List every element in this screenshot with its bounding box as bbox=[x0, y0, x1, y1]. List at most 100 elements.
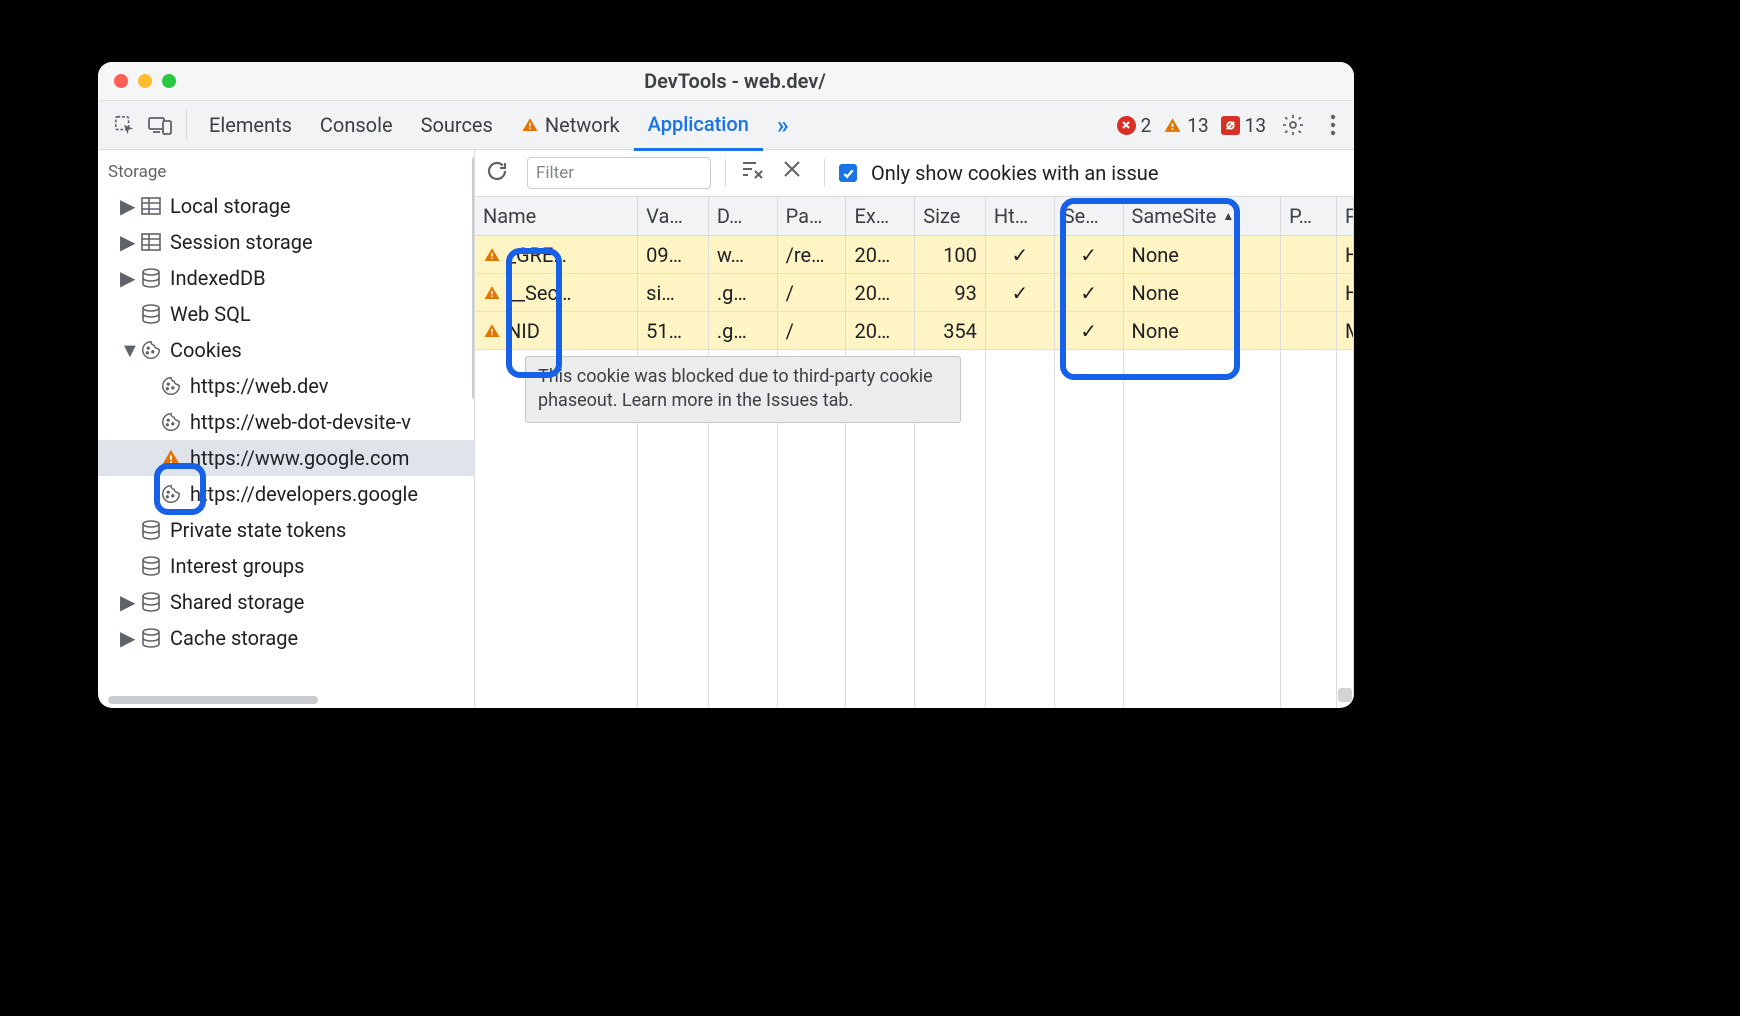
cell-value: 51… bbox=[646, 319, 682, 343]
cookie-icon bbox=[160, 375, 182, 397]
cookie-origin-item[interactable]: https://web-dot-devsite-v bbox=[98, 404, 474, 440]
delete-button[interactable] bbox=[782, 159, 810, 187]
refresh-button[interactable] bbox=[485, 159, 513, 187]
database-icon bbox=[140, 267, 162, 289]
col-partition[interactable]: P… bbox=[1281, 197, 1337, 235]
database-icon bbox=[140, 555, 162, 577]
cell-size: 93 bbox=[954, 281, 976, 305]
chevron-right-icon: ▶ bbox=[120, 194, 132, 218]
issue-count[interactable]: 13 bbox=[1221, 114, 1266, 137]
warning-count-value: 13 bbox=[1187, 114, 1208, 137]
tab-label: Application bbox=[648, 112, 749, 136]
col-value[interactable]: Va… bbox=[638, 197, 709, 235]
filter-placeholder: Filter bbox=[536, 163, 574, 183]
cell-priority: H… bbox=[1345, 243, 1354, 267]
clear-filter-button[interactable] bbox=[740, 159, 768, 187]
col-priority[interactable]: P… bbox=[1337, 197, 1354, 235]
cookie-origin-item[interactable]: https://developers.google bbox=[98, 476, 474, 512]
issue-count-value: 13 bbox=[1245, 114, 1266, 137]
cell-expires: 20… bbox=[854, 243, 890, 267]
sidebar-item-label: https://web-dot-devsite-v bbox=[190, 410, 411, 434]
sidebar-item-cookies[interactable]: ▼ Cookies bbox=[98, 332, 474, 368]
scroll-thumb[interactable] bbox=[1338, 688, 1352, 702]
settings-gear-icon[interactable] bbox=[1278, 110, 1308, 140]
sidebar-item-session-storage[interactable]: ▶ Session storage bbox=[98, 224, 474, 260]
table-row[interactable]: _GRE… 09… w… /re… 20… 100 ✓ ✓ None H… bbox=[475, 236, 1354, 274]
tabs-overflow-button[interactable]: » bbox=[763, 101, 803, 149]
col-samesite[interactable]: SameSite▲ bbox=[1124, 197, 1282, 235]
sort-asc-icon: ▲ bbox=[1222, 209, 1234, 223]
cell-path: / bbox=[786, 281, 794, 305]
kebab-menu-icon[interactable] bbox=[1320, 114, 1346, 136]
cell-priority: M… bbox=[1345, 319, 1354, 343]
cell-secure: ✓ bbox=[1080, 281, 1097, 305]
tab-elements[interactable]: Elements bbox=[195, 101, 306, 149]
warning-count[interactable]: 13 bbox=[1163, 114, 1208, 137]
col-size[interactable]: Size bbox=[915, 197, 986, 235]
window-title: DevTools - web.dev/ bbox=[116, 69, 1354, 93]
cookies-pane: Filter Only show cookies with an issue N… bbox=[475, 150, 1354, 708]
database-icon bbox=[140, 627, 162, 649]
sidebar-item-cache-storage[interactable]: ▶ Cache storage bbox=[98, 620, 474, 656]
cell-path: / bbox=[786, 319, 794, 343]
warning-triangle-icon bbox=[483, 246, 501, 264]
tab-label: Elements bbox=[209, 113, 292, 137]
col-expires[interactable]: Ex… bbox=[846, 197, 915, 235]
titlebar: DevTools - web.dev/ bbox=[98, 62, 1354, 101]
col-httponly[interactable]: Ht… bbox=[986, 197, 1055, 235]
divider bbox=[186, 110, 187, 140]
tab-console[interactable]: Console bbox=[306, 101, 407, 149]
only-issues-checkbox[interactable] bbox=[839, 164, 857, 182]
sidebar-item-label: Local storage bbox=[170, 194, 291, 218]
tab-sources[interactable]: Sources bbox=[407, 101, 507, 149]
tab-network[interactable]: Network bbox=[507, 101, 634, 149]
chevron-right-icon: ▶ bbox=[120, 590, 132, 614]
cell-samesite: None bbox=[1132, 243, 1179, 267]
main-tabbar: Elements Console Sources Network Applica… bbox=[98, 101, 1354, 150]
cell-priority: H… bbox=[1345, 281, 1354, 305]
col-secure[interactable]: Se… bbox=[1055, 197, 1124, 235]
sidebar-item-indexeddb[interactable]: ▶ IndexedDB bbox=[98, 260, 474, 296]
tab-label: Network bbox=[545, 113, 620, 137]
table-row[interactable]: __Sec… si… .g… / 20… 93 ✓ ✓ None H… bbox=[475, 274, 1354, 312]
cell-secure: ✓ bbox=[1080, 243, 1097, 267]
error-icon bbox=[1117, 116, 1136, 135]
sidebar-item-label: Shared storage bbox=[170, 590, 304, 614]
sidebar-item-local-storage[interactable]: ▶ Local storage bbox=[98, 188, 474, 224]
sidebar-item-label: Interest groups bbox=[170, 554, 304, 578]
cell-path: /re… bbox=[786, 243, 825, 267]
sidebar-item-private-state[interactable]: Private state tokens bbox=[98, 512, 474, 548]
sidebar-item-label: Private state tokens bbox=[170, 518, 346, 542]
warning-triangle-icon bbox=[483, 284, 501, 302]
cookie-icon bbox=[160, 483, 182, 505]
error-count[interactable]: 2 bbox=[1117, 114, 1152, 137]
inspect-icon[interactable] bbox=[106, 107, 142, 143]
cookie-blocked-tooltip: This cookie was blocked due to third-par… bbox=[525, 356, 961, 423]
cookie-origin-item[interactable]: https://web.dev bbox=[98, 368, 474, 404]
cell-domain: .g… bbox=[717, 319, 747, 343]
chevron-right-icon: ▶ bbox=[120, 230, 132, 254]
device-toggle-icon[interactable] bbox=[142, 107, 178, 143]
cell-size: 354 bbox=[943, 319, 977, 343]
issue-icon bbox=[1221, 116, 1240, 135]
cookie-origin-item-selected[interactable]: https://www.google.com bbox=[98, 440, 474, 476]
sidebar-item-interest-groups[interactable]: Interest groups bbox=[98, 548, 474, 584]
chevron-down-icon: ▼ bbox=[120, 338, 132, 363]
sidebar-item-label: IndexedDB bbox=[170, 266, 266, 290]
cell-name: __Sec… bbox=[507, 281, 571, 305]
cookies-toolbar: Filter Only show cookies with an issue bbox=[475, 150, 1354, 197]
database-icon bbox=[140, 519, 162, 541]
sidebar-item-shared-storage[interactable]: ▶ Shared storage bbox=[98, 584, 474, 620]
cell-domain: .g… bbox=[717, 281, 747, 305]
col-path[interactable]: Pa… bbox=[778, 197, 847, 235]
table-row[interactable]: NID 51… .g… / 20… 354 ✓ None M… bbox=[475, 312, 1354, 350]
warning-triangle-icon bbox=[521, 116, 539, 134]
filter-input[interactable]: Filter bbox=[527, 157, 711, 189]
sidebar-item-websql[interactable]: Web SQL bbox=[98, 296, 474, 332]
grid-icon bbox=[140, 195, 162, 217]
col-name[interactable]: Name bbox=[475, 197, 638, 235]
cell-value: si… bbox=[646, 281, 675, 305]
col-domain[interactable]: D… bbox=[709, 197, 778, 235]
scrollbar-horizontal[interactable] bbox=[108, 696, 318, 704]
tab-application[interactable]: Application bbox=[634, 100, 763, 151]
